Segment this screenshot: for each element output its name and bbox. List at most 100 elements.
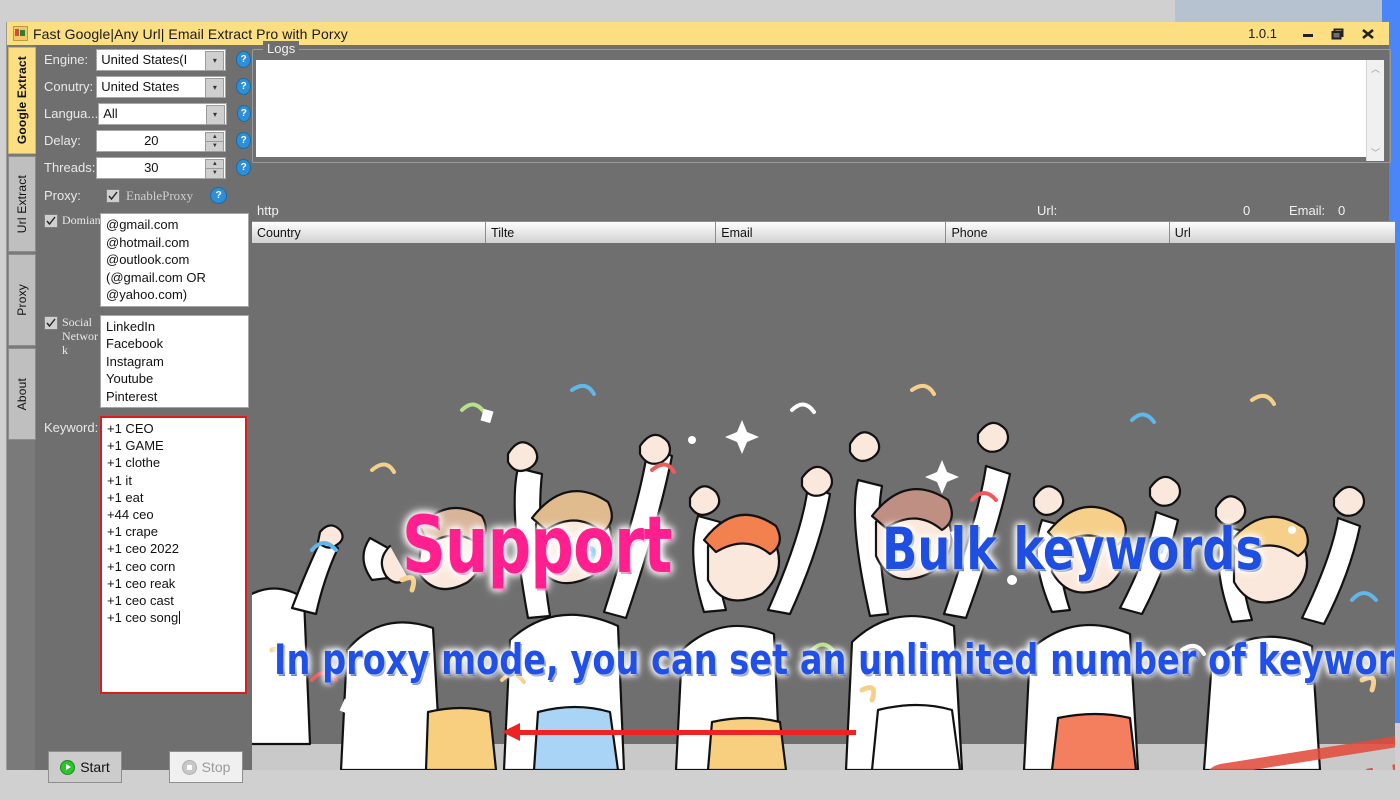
tab-proxy[interactable]: Proxy (8, 254, 36, 346)
spinner-down-icon[interactable]: ▼ (206, 142, 223, 151)
engine-select[interactable]: United States(I ▾ (96, 48, 227, 71)
column-header-country[interactable]: Country (252, 222, 487, 244)
threads-help-icon[interactable]: ? (236, 159, 251, 176)
list-item[interactable]: +1 CEO (107, 420, 245, 437)
list-item[interactable]: +1 clothe (107, 454, 245, 471)
list-item[interactable]: Facebook (106, 335, 248, 353)
title-bar-controls: 1.0.1 (1248, 24, 1389, 44)
country-row: Conutry: United States ▾ ? (36, 74, 251, 99)
threads-label: Threads: (44, 160, 96, 175)
action-buttons: Start Stop (48, 751, 248, 783)
delay-spinner[interactable]: ▲ ▼ (205, 131, 225, 152)
list-item[interactable]: (@gmail.com OR (106, 269, 248, 287)
delay-help-icon[interactable]: ? (236, 132, 251, 149)
minimize-button[interactable] (1293, 24, 1323, 44)
version-label: 1.0.1 (1248, 26, 1277, 41)
list-item[interactable]: Pinterest (106, 388, 248, 406)
scroll-up-icon[interactable]: ︿ (1371, 62, 1380, 75)
domain-list[interactable]: @gmail.com @hotmail.com @outlook.com (@g… (100, 213, 249, 307)
start-button[interactable]: Start (48, 751, 122, 783)
domain-checkbox[interactable] (44, 214, 58, 228)
proxy-help-icon[interactable]: ? (210, 187, 228, 204)
delay-stepper[interactable]: 20 ▲ ▼ (96, 129, 227, 152)
keyword-input[interactable]: +1 CEO +1 GAME +1 clothe +1 it +1 eat +4… (100, 416, 247, 694)
spinner-up-icon[interactable]: ▲ (206, 133, 224, 142)
list-item[interactable]: @gmail.com (106, 216, 248, 234)
list-item[interactable]: +1 GAME (107, 437, 245, 454)
list-item[interactable]: +44 ceo (107, 506, 245, 523)
threads-row: Threads: 30 ▲ ▼ ? (36, 155, 251, 180)
list-item[interactable]: +1 eat (107, 489, 245, 506)
social-label-group: Social Networ k (44, 315, 100, 409)
engine-help-icon[interactable]: ? (236, 51, 251, 68)
country-select[interactable]: United States ▾ (96, 75, 227, 98)
results-table-body[interactable]: Support Bulk keywords In proxy mode, you… (252, 243, 1395, 770)
proxy-label: Proxy: (44, 188, 81, 203)
tab-url-extract[interactable]: Url Extract (8, 156, 36, 252)
results-table-header: Country Tilte Email Phone Url (252, 221, 1395, 245)
email-count-value: 0 (1338, 202, 1346, 218)
column-header-email[interactable]: Email (716, 222, 947, 244)
logs-scrollbar[interactable]: ︿ ﹀ (1366, 60, 1384, 161)
spinner-down-icon[interactable]: ▼ (206, 169, 223, 178)
restore-button[interactable] (1323, 24, 1353, 44)
list-item[interactable]: +1 ceo 2022 (107, 540, 245, 557)
red-arrow-line (514, 730, 856, 735)
list-item[interactable]: @yahoo.com) (106, 286, 248, 304)
column-header-title[interactable]: Tilte (486, 222, 717, 244)
stop-icon (181, 759, 197, 775)
tab-google-extract[interactable]: Google Extract (8, 47, 36, 154)
language-select[interactable]: All ▾ (98, 102, 227, 125)
app-icon (13, 26, 28, 41)
social-label: Social Networ k (62, 314, 98, 357)
logs-group: Logs ︿ ﹀ (252, 41, 1391, 163)
email-count-label: Email: (1289, 202, 1326, 218)
list-item[interactable]: +1 ceo cast (107, 592, 245, 609)
list-item[interactable]: @hotmail.com (106, 234, 248, 252)
list-item[interactable]: +1 crape (107, 523, 245, 540)
list-item-last[interactable]: +1 ceo song (107, 609, 245, 626)
country-label: Conutry: (44, 79, 94, 94)
delay-row: Delay: 20 ▲ ▼ ? (36, 128, 251, 153)
results-panel: Logs ︿ ﹀ http Url: 0 Email: 0 Country Ti… (252, 41, 1395, 770)
list-item[interactable]: @outlook.com (106, 251, 248, 269)
keyword-label: Keyword: (44, 420, 99, 435)
threads-spinner[interactable]: ▲ ▼ (205, 158, 225, 179)
settings-panel: Engine: United States(I ▾ ? Conutry: Uni… (36, 45, 251, 783)
social-checkbox[interactable] (44, 315, 58, 330)
close-button[interactable] (1353, 24, 1383, 44)
list-item[interactable]: +1 ceo reak (107, 575, 245, 592)
text-caret (179, 611, 181, 625)
logs-textarea[interactable]: ︿ ﹀ (255, 59, 1385, 161)
list-item[interactable]: Instagram (106, 353, 248, 371)
stop-button[interactable]: Stop (169, 751, 243, 783)
social-network-list[interactable]: LinkedIn Facebook Instagram Youtube Pint… (100, 314, 249, 408)
tab-url-extract-label: Url Extract (15, 174, 29, 234)
tab-about-label: About (15, 377, 29, 411)
chevron-down-icon[interactable]: ▾ (205, 77, 225, 98)
chevron-down-icon[interactable]: ▾ (205, 104, 225, 125)
list-item[interactable]: +1 ceo corn (107, 558, 245, 575)
chevron-down-icon[interactable]: ▾ (205, 50, 225, 71)
app-window: Fast Google|Any Url| Email Extract Pro w… (6, 22, 1395, 783)
country-help-icon[interactable]: ? (236, 78, 251, 95)
language-row: Langua... All ▾ ? (36, 101, 251, 126)
keyword-last-text: +1 ceo song (107, 610, 179, 626)
scroll-down-icon[interactable]: ﹀ (1371, 146, 1380, 159)
play-icon (60, 759, 76, 775)
list-item[interactable]: LinkedIn (106, 318, 248, 336)
threads-stepper[interactable]: 30 ▲ ▼ (96, 156, 227, 179)
protocol-label: http (257, 202, 279, 218)
list-item[interactable]: +1 it (107, 472, 245, 489)
engine-label: Engine: (44, 52, 89, 67)
column-header-phone[interactable]: Phone (946, 222, 1170, 244)
spinner-up-icon[interactable]: ▲ (206, 160, 224, 169)
language-help-icon[interactable]: ? (236, 105, 251, 122)
engine-value: United States(I (101, 52, 188, 67)
window-body: Google Extract Url Extract Proxy About E… (7, 41, 1395, 783)
column-header-url[interactable]: Url (1170, 222, 1395, 244)
enable-proxy-checkbox[interactable] (106, 188, 120, 203)
country-value: United States (101, 79, 180, 94)
tab-about[interactable]: About (8, 348, 36, 440)
list-item[interactable]: Youtube (106, 370, 248, 388)
